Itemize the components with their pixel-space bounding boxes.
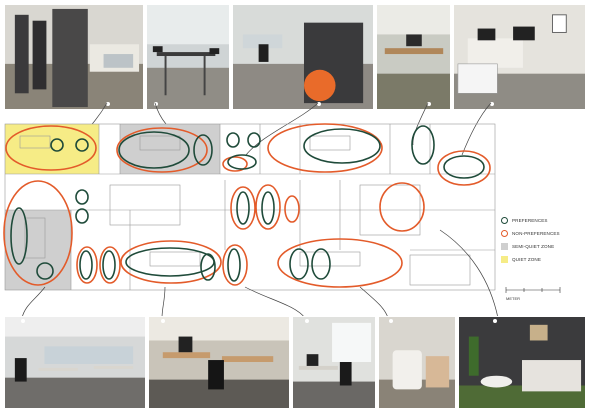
legend-label: PREFERENCES <box>512 218 548 223</box>
photo-window-desk <box>292 316 376 409</box>
photo-sit-stand-desks <box>148 316 290 409</box>
legend: PREFERENCES NON-PREFERENCES SEMI-QUIET Z… <box>501 214 589 266</box>
bottom-callout-lines <box>21 229 499 319</box>
photo-lounge-chair <box>378 316 456 409</box>
legend-item-quiet: QUIET ZONE <box>501 253 589 266</box>
non-preference-swatch-icon <box>501 230 508 237</box>
quiet-swatch-icon <box>501 256 508 263</box>
legend-item-semi-quiet: SEMI-QUIET ZONE <box>501 240 589 253</box>
scale-label: METER <box>506 296 520 301</box>
legend-label: SEMI-QUIET ZONE <box>512 244 555 249</box>
semi-quiet-swatch-icon <box>501 243 508 250</box>
legend-label: QUIET ZONE <box>512 257 541 262</box>
photo-sofa-lounge <box>458 316 586 409</box>
semi-quiet-zone-2 <box>5 210 71 290</box>
legend-label: NON-PREFERENCES <box>512 231 560 236</box>
scale-bar <box>505 287 561 293</box>
photo-open-office-desks <box>4 316 146 409</box>
legend-item-non-preferences: NON-PREFERENCES <box>501 227 589 240</box>
legend-item-preferences: PREFERENCES <box>501 214 589 227</box>
preference-swatch-icon <box>501 217 508 224</box>
